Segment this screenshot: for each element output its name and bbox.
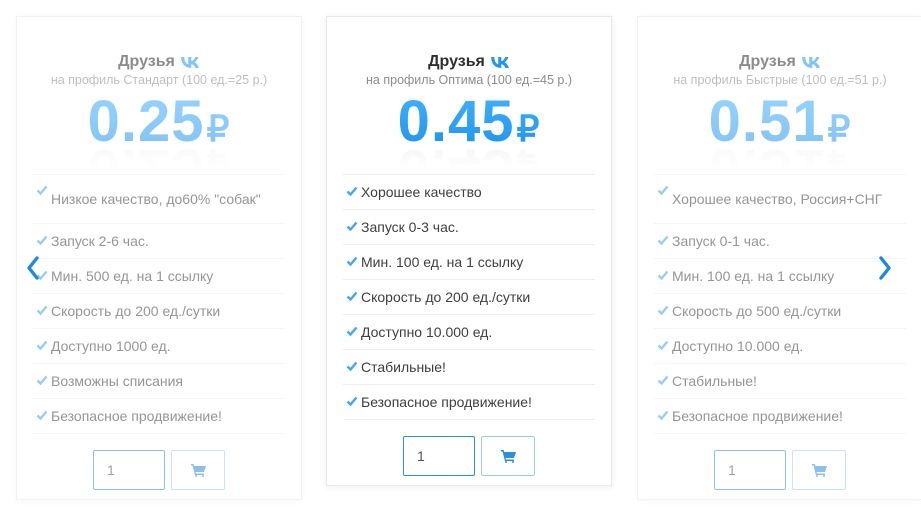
card-header: Друзья на профиль Стандарт (100 ед.=25 р… xyxy=(17,17,301,87)
feature-list: Низкое качество, до60% "собак" Запуск 2-… xyxy=(33,174,285,434)
card-subtitle: на профиль Оптима (100 ед.=45 р.) xyxy=(366,73,572,87)
chevron-right-icon[interactable] xyxy=(877,255,893,281)
feature-item: Запуск 0-1 час. xyxy=(654,224,906,259)
check-icon xyxy=(346,291,358,302)
feature-item: Доступно 10.000 ед. xyxy=(343,315,595,350)
price-value: 0.45₽ xyxy=(398,90,541,161)
vk-icon xyxy=(801,56,820,68)
order-controls xyxy=(638,450,921,490)
add-to-cart-button[interactable] xyxy=(171,450,225,490)
vk-icon xyxy=(490,56,509,68)
feature-item: Доступно 1000 ед. xyxy=(33,329,285,364)
card-title: Друзья xyxy=(428,52,510,72)
quantity-input[interactable] xyxy=(403,436,475,476)
check-icon xyxy=(36,340,48,351)
feature-list: Хорошее качество, Россия+СНГ Запуск 0-1 … xyxy=(654,174,906,434)
feature-item: Стабильные! xyxy=(343,350,595,385)
currency-symbol: ₽ xyxy=(206,108,231,149)
check-icon xyxy=(657,270,669,281)
price-block: 0.25₽ 0.25₽ xyxy=(17,90,301,202)
feature-item: Запуск 0-3 час. xyxy=(343,210,595,245)
check-icon xyxy=(36,375,48,386)
chevron-left-icon[interactable] xyxy=(25,255,41,281)
quantity-input[interactable] xyxy=(93,450,165,490)
quantity-input[interactable] xyxy=(714,450,786,490)
card-title-text: Друзья xyxy=(739,53,796,70)
check-icon xyxy=(346,256,358,267)
feature-item: Доступно 10.000 ед. xyxy=(654,329,906,364)
feature-item: Безопасное продвижение! xyxy=(343,385,595,420)
check-icon xyxy=(36,235,48,246)
check-icon xyxy=(657,375,669,386)
cart-icon xyxy=(500,449,516,463)
check-icon xyxy=(346,361,358,372)
add-to-cart-button[interactable] xyxy=(481,436,535,476)
price-block: 0.51₽ 0.51₽ xyxy=(638,90,921,202)
cart-icon xyxy=(811,463,827,477)
price-value: 0.51₽ xyxy=(709,90,852,161)
currency-symbol: ₽ xyxy=(516,108,541,149)
feature-item: Мин. 100 ед. на 1 ссылку xyxy=(654,259,906,294)
check-icon xyxy=(657,410,669,421)
plan-card-optima: Друзья на профиль Оптима (100 ед.=45 р.)… xyxy=(326,16,612,486)
check-icon xyxy=(657,340,669,351)
feature-item: Мин. 100 ед. на 1 ссылку xyxy=(343,245,595,280)
card-title: Друзья xyxy=(739,52,821,72)
feature-item: Стабильные! xyxy=(654,364,906,399)
feature-item: Скорость до 500 ед./сутки xyxy=(654,294,906,329)
feature-item: Безопасное продвижение! xyxy=(654,399,906,434)
feature-item: Мин. 500 ед. на 1 ссылку xyxy=(33,259,285,294)
card-header: Друзья на профиль Оптима (100 ед.=45 р.) xyxy=(327,17,611,87)
check-icon xyxy=(346,221,358,232)
order-controls xyxy=(17,450,301,490)
feature-item: Возможны списания xyxy=(33,364,285,399)
card-title-text: Друзья xyxy=(118,53,175,70)
plan-card-standard: Друзья на профиль Стандарт (100 ед.=25 р… xyxy=(16,16,302,500)
cart-icon xyxy=(190,463,206,477)
price-block: 0.45₽ 0.45₽ xyxy=(327,90,611,202)
check-icon xyxy=(657,305,669,316)
card-subtitle: на профиль Стандарт (100 ед.=25 р.) xyxy=(50,73,268,87)
price-value: 0.25₽ xyxy=(88,90,231,161)
check-icon xyxy=(346,396,358,407)
check-icon xyxy=(36,410,48,421)
feature-item: Скорость до 200 ед./сутки xyxy=(343,280,595,315)
card-title: Друзья xyxy=(118,52,200,72)
feature-item: Запуск 2-6 час. xyxy=(33,224,285,259)
check-icon xyxy=(36,305,48,316)
card-header: Друзья на профиль Быстрые (100 ед.=51 р.… xyxy=(638,17,921,87)
feature-item: Скорость до 200 ед./сутки xyxy=(33,294,285,329)
add-to-cart-button[interactable] xyxy=(792,450,846,490)
feature-item: Безопасное продвижение! xyxy=(33,399,285,434)
card-subtitle: на профиль Быстрые (100 ед.=51 р.) xyxy=(673,73,887,87)
check-icon xyxy=(346,326,358,337)
vk-icon xyxy=(180,56,199,68)
feature-list: Хорошее качество Запуск 0-3 час. Мин. 10… xyxy=(343,174,595,420)
order-controls xyxy=(327,436,611,476)
check-icon xyxy=(657,235,669,246)
card-title-text: Друзья xyxy=(428,53,485,70)
currency-symbol: ₽ xyxy=(827,108,852,149)
